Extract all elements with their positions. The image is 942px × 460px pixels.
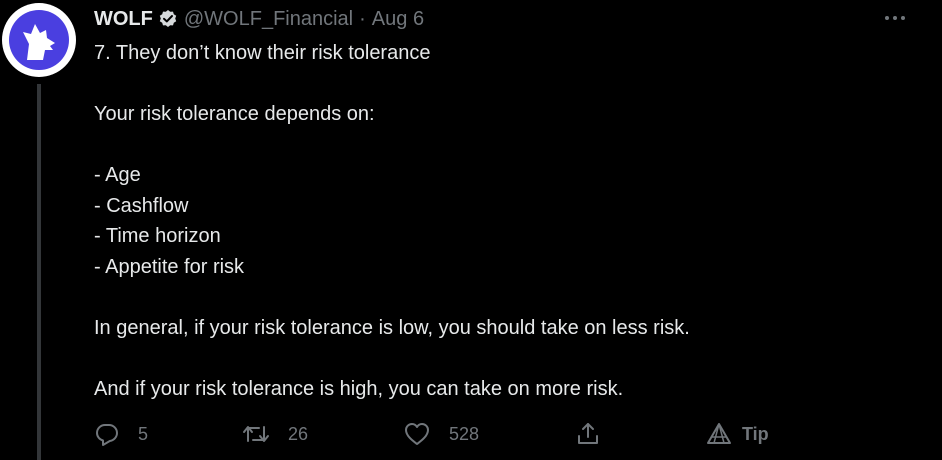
avatar[interactable] <box>2 3 76 77</box>
tweet-header: WOLF @WOLF_Financial · Aug 6 <box>94 6 424 32</box>
tweet-line: - Age <box>94 164 141 186</box>
tip-label: Tip <box>742 423 769 444</box>
share-icon <box>575 421 601 447</box>
more-options-icon[interactable] <box>880 6 910 30</box>
heart-icon <box>403 421 431 447</box>
wolf-logo-icon <box>9 10 69 70</box>
like-count: 528 <box>449 423 480 444</box>
tweet-line: And if your risk tolerance is high, you … <box>94 377 624 400</box>
share-button[interactable] <box>575 419 601 449</box>
tip-icon <box>706 421 732 447</box>
tweet-line <box>94 282 914 313</box>
tweet-line <box>94 69 914 100</box>
retweet-icon <box>242 421 270 447</box>
header-separator: · <box>359 7 366 30</box>
reply-count: 5 <box>138 423 149 444</box>
tweet-line: Your risk tolerance depends on: <box>94 103 375 125</box>
tweet-line: - Time horizon <box>94 225 221 247</box>
tip-button[interactable]: Tip <box>706 419 769 449</box>
tweet-body: 7. They don’t know their risk tolerance … <box>94 38 914 404</box>
tweet-line: - Cashflow <box>94 194 189 217</box>
tweet-actions: 5 26 528 Tip <box>92 419 812 449</box>
tweet-line <box>94 130 914 161</box>
like-button[interactable]: 528 <box>403 419 479 449</box>
reply-button[interactable]: 5 <box>94 419 148 449</box>
tweet[interactable]: WOLF @WOLF_Financial · Aug 6 7. They don… <box>0 0 942 460</box>
tweet-line: - Appetite for risk <box>94 255 245 278</box>
retweet-count: 26 <box>288 423 309 444</box>
retweet-button[interactable]: 26 <box>242 419 308 449</box>
thread-line <box>37 84 41 460</box>
tweet-line: 7. They don’t know their risk tolerance <box>94 42 431 64</box>
reply-icon <box>94 421 120 447</box>
tweet-line <box>94 343 914 374</box>
verified-badge-icon <box>158 9 178 29</box>
tweet-line: In general, if your risk tolerance is lo… <box>94 316 690 339</box>
author-name[interactable]: WOLF <box>94 8 153 31</box>
tweet-date[interactable]: Aug 6 <box>372 8 424 31</box>
author-handle[interactable]: @WOLF_Financial <box>184 8 353 31</box>
